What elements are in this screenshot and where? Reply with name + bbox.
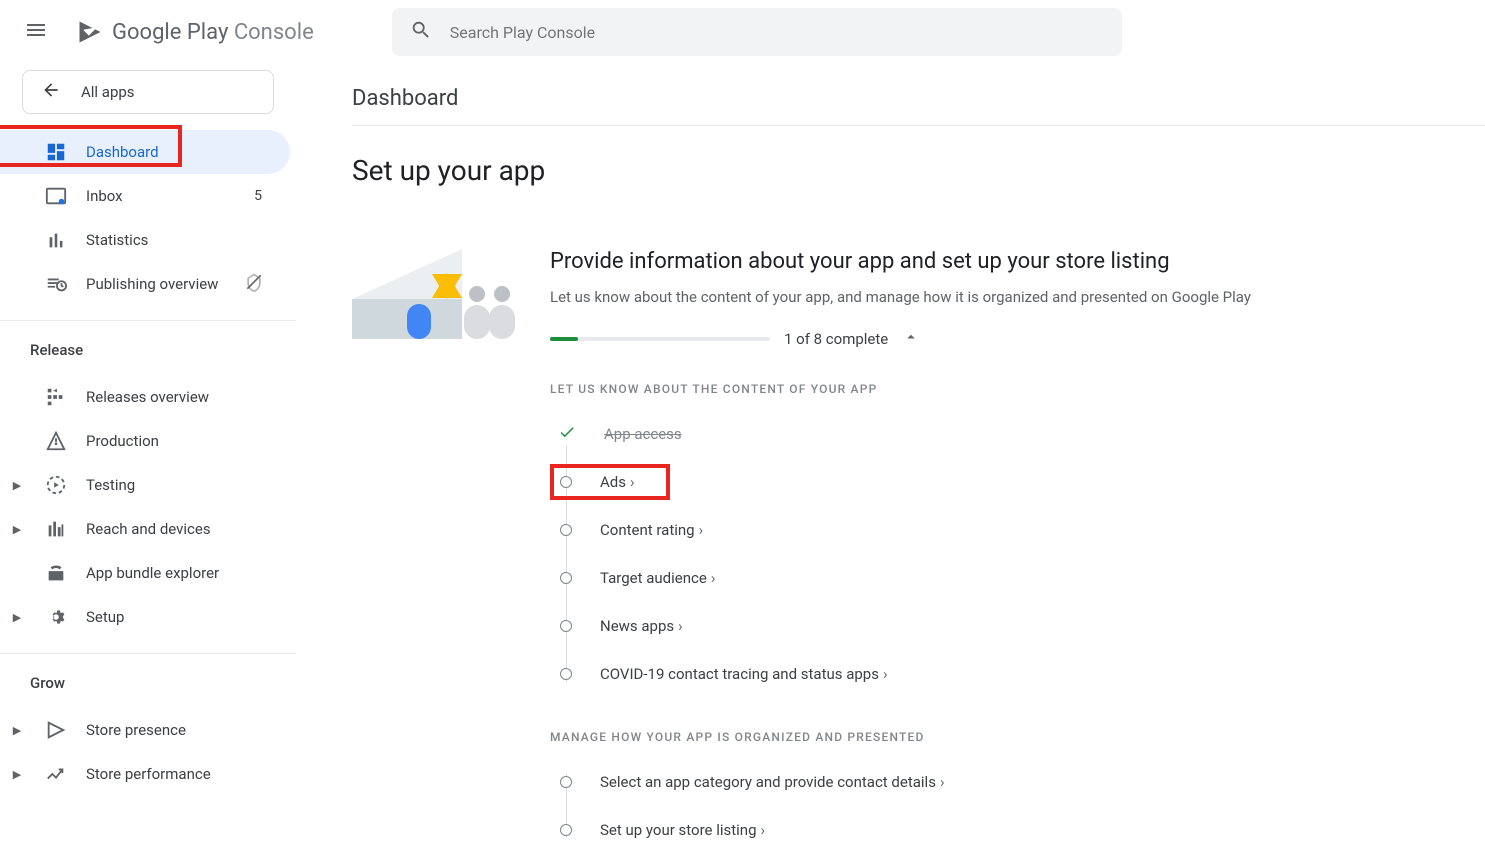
sidebar-item-label: Setup bbox=[86, 608, 272, 626]
arrow-left-icon bbox=[41, 80, 61, 104]
dashboard-icon bbox=[44, 140, 68, 164]
chevron-right-icon: › bbox=[699, 521, 704, 539]
task-category[interactable]: Select an app category and provide conta… bbox=[550, 758, 1485, 806]
inbox-count-badge: 5 bbox=[254, 188, 272, 204]
sidebar-item-label: Dashboard bbox=[86, 143, 272, 161]
store-presence-icon bbox=[44, 718, 68, 742]
sidebar-item-store-performance[interactable]: ▶ Store performance bbox=[0, 752, 290, 796]
chevron-right-icon: › bbox=[711, 569, 716, 587]
task-content-rating[interactable]: Content rating › bbox=[550, 506, 1485, 554]
inbox-icon bbox=[44, 184, 68, 208]
sidebar-item-label: App bundle explorer bbox=[86, 564, 272, 582]
testing-icon bbox=[44, 473, 68, 497]
task-target-audience[interactable]: Target audience › bbox=[550, 554, 1485, 602]
task-circle-icon bbox=[560, 620, 572, 632]
task-label: Ads › bbox=[600, 473, 635, 491]
logo-text: Google Play Console bbox=[112, 20, 314, 45]
chevron-right-icon: › bbox=[630, 473, 635, 491]
releases-icon bbox=[44, 385, 68, 409]
gear-icon bbox=[44, 605, 68, 629]
task-covid[interactable]: COVID-19 contact tracing and status apps… bbox=[550, 650, 1485, 698]
sidebar: All apps Dashboard Inbox 5 bbox=[0, 64, 296, 859]
setup-subtitle: Let us know about the content of your ap… bbox=[550, 274, 1485, 328]
sidebar-section-release: Release bbox=[0, 335, 296, 369]
task-app-access[interactable]: App access bbox=[550, 410, 1485, 458]
expand-icon: ▶ bbox=[8, 611, 26, 624]
sidebar-item-label: Store performance bbox=[86, 765, 272, 783]
sidebar-item-store-presence[interactable]: ▶ Store presence bbox=[0, 708, 290, 752]
sidebar-item-label: Releases overview bbox=[86, 388, 272, 406]
task-circle-icon bbox=[560, 572, 572, 584]
chevron-right-icon: › bbox=[678, 617, 683, 635]
task-ads[interactable]: Ads › bbox=[550, 458, 1485, 506]
page-header: Dashboard bbox=[352, 64, 1485, 125]
reach-icon bbox=[44, 517, 68, 541]
task-label: News apps › bbox=[600, 617, 683, 635]
sidebar-item-production[interactable]: Production bbox=[0, 419, 290, 463]
setup-heading: Provide information about your app and s… bbox=[550, 249, 1485, 274]
sidebar-item-inbox[interactable]: Inbox 5 bbox=[0, 174, 290, 218]
bundle-icon bbox=[44, 561, 68, 585]
play-console-logo[interactable]: Google Play Console bbox=[76, 18, 314, 46]
task-label: COVID-19 contact tracing and status apps… bbox=[600, 665, 887, 683]
sidebar-item-testing[interactable]: ▶ Testing bbox=[0, 463, 290, 507]
hamburger-menu-icon[interactable] bbox=[24, 18, 48, 46]
search-box[interactable] bbox=[392, 8, 1122, 56]
task-label: Target audience › bbox=[600, 569, 715, 587]
sidebar-item-label: Store presence bbox=[86, 721, 272, 739]
sidebar-item-setup[interactable]: ▶ Setup bbox=[0, 595, 290, 639]
setup-illustration bbox=[352, 249, 522, 854]
statistics-icon bbox=[44, 228, 68, 252]
task-circle-icon bbox=[560, 668, 572, 680]
sidebar-item-label: Production bbox=[86, 432, 272, 450]
progress-text: 1 of 8 complete bbox=[784, 330, 888, 348]
performance-icon bbox=[44, 762, 68, 786]
sidebar-item-dashboard[interactable]: Dashboard bbox=[0, 130, 290, 174]
task-circle-icon bbox=[560, 776, 572, 788]
sidebar-item-publishing[interactable]: Publishing overview bbox=[0, 262, 290, 306]
production-icon bbox=[44, 429, 68, 453]
task-circle-icon bbox=[560, 476, 572, 488]
all-apps-label: All apps bbox=[81, 83, 135, 101]
sidebar-item-label: Inbox bbox=[86, 187, 236, 205]
task-news-apps[interactable]: News apps › bbox=[550, 602, 1485, 650]
chevron-right-icon: › bbox=[761, 821, 766, 839]
sidebar-item-statistics[interactable]: Statistics bbox=[0, 218, 290, 262]
expand-icon: ▶ bbox=[8, 768, 26, 781]
sidebar-item-label: Reach and devices bbox=[86, 520, 272, 538]
sidebar-section-grow: Grow bbox=[0, 668, 296, 702]
publishing-icon bbox=[44, 272, 68, 296]
sidebar-item-bundle[interactable]: App bundle explorer bbox=[0, 551, 290, 595]
search-input[interactable] bbox=[450, 23, 1104, 42]
sidebar-item-label: Publishing overview bbox=[86, 275, 226, 293]
expand-icon: ▶ bbox=[8, 479, 26, 492]
unmanaged-icon bbox=[244, 272, 272, 296]
sidebar-item-label: Testing bbox=[86, 476, 272, 494]
progress-bar bbox=[550, 337, 770, 341]
task-label: Select an app category and provide conta… bbox=[600, 773, 944, 791]
task-label: App access bbox=[604, 425, 682, 443]
search-icon bbox=[410, 19, 432, 45]
sidebar-item-reach[interactable]: ▶ Reach and devices bbox=[0, 507, 290, 551]
chevron-up-icon[interactable] bbox=[902, 328, 920, 350]
sidebar-item-label: Statistics bbox=[86, 231, 272, 249]
task-circle-icon bbox=[560, 824, 572, 836]
task-section-header: MANAGE HOW YOUR APP IS ORGANIZED AND PRE… bbox=[550, 698, 1485, 758]
chevron-right-icon: › bbox=[883, 665, 888, 683]
chevron-right-icon: › bbox=[940, 773, 945, 791]
task-label: Content rating › bbox=[600, 521, 703, 539]
section-title: Set up your app bbox=[352, 126, 1485, 197]
task-circle-icon bbox=[560, 524, 572, 536]
task-section-header: LET US KNOW ABOUT THE CONTENT OF YOUR AP… bbox=[550, 350, 1485, 410]
expand-icon: ▶ bbox=[8, 523, 26, 536]
all-apps-button[interactable]: All apps bbox=[22, 70, 274, 114]
sidebar-item-releases-overview[interactable]: Releases overview bbox=[0, 375, 290, 419]
expand-icon: ▶ bbox=[8, 724, 26, 737]
main-content: Dashboard Set up your app Provide infor bbox=[296, 64, 1485, 859]
task-label: Set up your store listing › bbox=[600, 821, 765, 839]
check-icon bbox=[558, 423, 576, 445]
play-logo-icon bbox=[76, 18, 104, 46]
task-store-listing[interactable]: Set up your store listing › bbox=[550, 806, 1485, 854]
